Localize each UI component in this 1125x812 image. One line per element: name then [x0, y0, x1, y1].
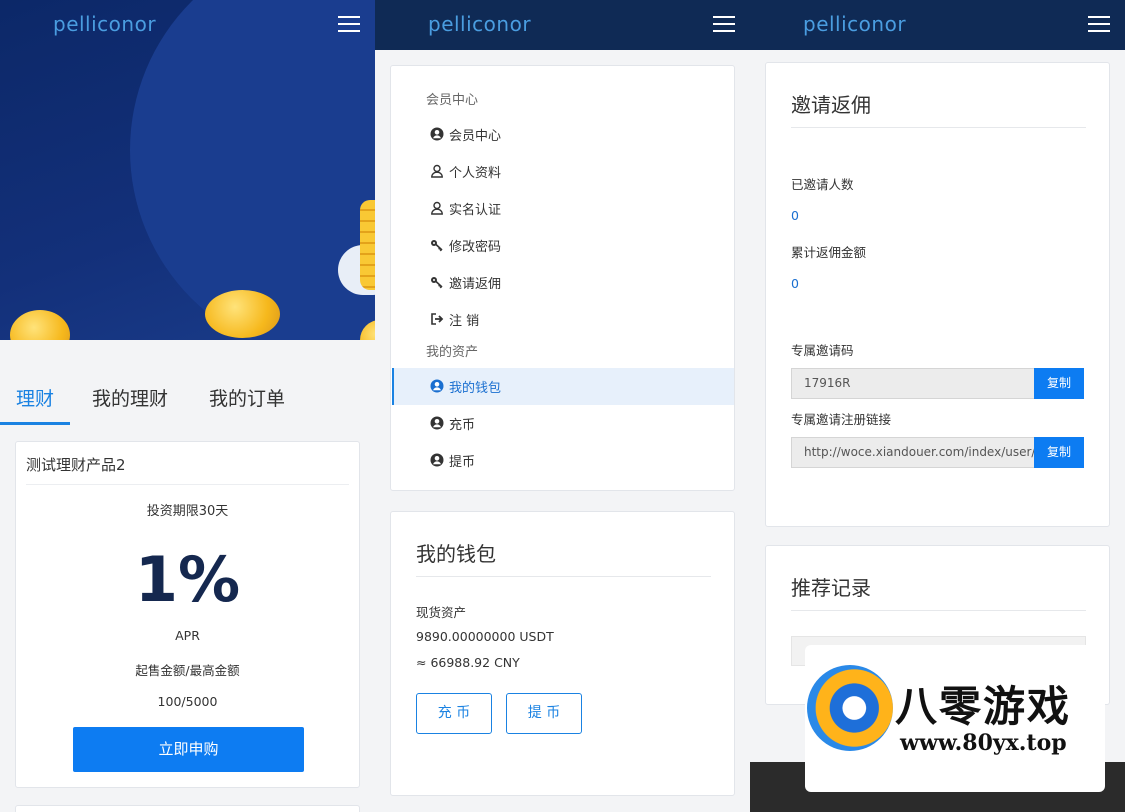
menu-item-deposit[interactable]: 充币: [392, 405, 734, 442]
logout-icon: [431, 313, 444, 325]
divider: [416, 576, 711, 577]
menu-item-member-center[interactable]: 会员中心: [392, 116, 734, 153]
finance-tabs: 理财 我的理财 我的订单: [0, 380, 375, 426]
watermark-url: www.80yx.top: [900, 730, 1067, 756]
key-icon: [431, 277, 443, 289]
hamburger-menu-icon[interactable]: [1088, 16, 1110, 32]
withdraw-button[interactable]: 提 币: [506, 693, 582, 734]
amount-value: 100/5000: [157, 694, 218, 709]
user-circle-icon: [430, 127, 444, 141]
coin-icon: [205, 290, 280, 338]
menu-section-member: 会员中心: [426, 93, 479, 108]
hero-banner: [0, 0, 375, 340]
coin-stack-icon: [360, 200, 375, 290]
wallet-title: 我的钱包: [416, 542, 496, 566]
menu-item-verification[interactable]: 实名认证: [392, 190, 734, 227]
menu-item-invite[interactable]: 邀请返佣: [392, 264, 734, 301]
usdt-balance: 9890.00000000 USDT: [416, 629, 554, 644]
menu-item-label: 个人资料: [449, 166, 502, 181]
brand-logo[interactable]: pelliconor: [803, 12, 906, 36]
member-menu-card: 会员中心 会员中心 个人资料 实名认证 修改密码 邀请返佣 注 销 我的资产 我…: [390, 65, 735, 491]
wallet-card: 我的钱包 现货资产 9890.00000000 USDT ≈ 66988.92 …: [390, 511, 735, 796]
menu-item-change-password[interactable]: 修改密码: [392, 227, 734, 264]
commission-label: 累计返佣金额: [791, 245, 867, 260]
invite-code-label: 专属邀请码: [791, 343, 854, 358]
buy-now-button[interactable]: 立即申购: [73, 727, 304, 772]
divider: [791, 610, 1086, 611]
watermark-overlay: 八零游戏 www.80yx.top: [805, 645, 1105, 792]
product-rate: 1%: [134, 543, 241, 616]
commission-value: 0: [791, 276, 799, 291]
user-outline-icon: [431, 201, 443, 215]
tab-finance[interactable]: 理财: [16, 384, 54, 411]
coin-icon: [10, 310, 70, 340]
menu-section-assets: 我的资产: [426, 345, 479, 360]
invited-count-label: 已邀请人数: [791, 177, 854, 192]
panel-finance: pelliconor 理财 我的理财 我的订单 测试理财产品2 投资期限30天 …: [0, 0, 375, 812]
cny-balance: ≈ 66988.92 CNY: [416, 655, 520, 670]
watermark-logo-icon: [807, 665, 893, 751]
menu-item-label: 充币: [449, 418, 476, 433]
user-circle-icon: [430, 416, 444, 430]
menu-item-label: 实名认证: [449, 203, 502, 218]
invite-link-label: 专属邀请注册链接: [791, 412, 892, 427]
panel-wallet: pelliconor 会员中心 会员中心 个人资料 实名认证 修改密码 邀请返佣…: [375, 0, 750, 812]
invite-link-field[interactable]: http://woce.xiandouer.com/index/user/reg: [791, 437, 1035, 468]
invite-card: 邀请返佣 已邀请人数 0 累计返佣金额 0 专属邀请码 17916R 复制 专属…: [765, 62, 1110, 527]
copy-link-button[interactable]: 复制: [1034, 437, 1084, 468]
hamburger-menu-icon[interactable]: [713, 16, 735, 32]
key-icon: [431, 240, 443, 252]
divider: [26, 484, 349, 485]
user-outline-icon: [431, 164, 443, 178]
product-term: 投资期限30天: [146, 504, 229, 519]
invite-code-field[interactable]: 17916R: [791, 368, 1035, 399]
menu-item-withdraw[interactable]: 提币: [392, 442, 734, 479]
navbar: pelliconor: [375, 0, 750, 50]
deposit-button[interactable]: 充 币: [416, 693, 492, 734]
menu-item-my-wallet[interactable]: 我的钱包: [392, 368, 734, 405]
menu-item-logout[interactable]: 注 销: [392, 301, 734, 338]
tab-my-finance[interactable]: 我的理财: [92, 384, 168, 411]
menu-item-profile[interactable]: 个人资料: [392, 153, 734, 190]
menu-item-label: 我的钱包: [449, 381, 502, 396]
watermark-title: 八零游戏: [895, 682, 1072, 731]
hero-decor-circle: [130, 0, 375, 340]
invite-title: 邀请返佣: [791, 93, 871, 117]
hamburger-menu-icon[interactable]: [338, 16, 360, 32]
spot-assets-label: 现货资产: [416, 605, 467, 620]
product-card: 测试理财产品2 投资期限30天 1% APR 起售金额/最高金额 100/500…: [15, 441, 360, 788]
records-title: 推荐记录: [791, 576, 871, 600]
user-circle-icon: [430, 379, 444, 393]
menu-item-label: 注 销: [449, 314, 480, 329]
product-title: 测试理财产品2: [26, 456, 126, 474]
invited-count-value: 0: [791, 208, 799, 223]
navbar: pelliconor: [750, 0, 1125, 50]
brand-logo[interactable]: pelliconor: [428, 12, 531, 36]
product-card-next: [15, 805, 360, 812]
amount-label: 起售金额/最高金额: [135, 663, 240, 678]
tab-my-orders[interactable]: 我的订单: [209, 384, 285, 411]
menu-item-label: 邀请返佣: [449, 277, 502, 292]
brand-logo[interactable]: pelliconor: [53, 12, 156, 36]
menu-item-label: 会员中心: [449, 129, 502, 144]
divider: [791, 127, 1086, 128]
copy-code-button[interactable]: 复制: [1034, 368, 1084, 399]
user-circle-icon: [430, 453, 444, 467]
menu-item-label: 提币: [449, 455, 476, 470]
rate-label: APR: [175, 628, 200, 643]
menu-item-label: 修改密码: [449, 240, 502, 255]
active-tab-indicator: [0, 422, 70, 425]
